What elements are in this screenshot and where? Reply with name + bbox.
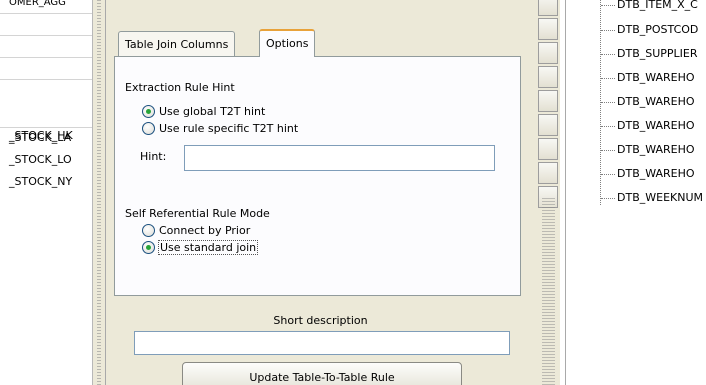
tree-connector	[601, 54, 615, 55]
column-button[interactable]	[538, 90, 558, 112]
radio-use-global-hint-label[interactable]: Use global T2T hint	[159, 105, 265, 118]
tree-connector	[601, 150, 615, 151]
radio-connect-by-prior[interactable]	[142, 224, 155, 237]
hint-label: Hint:	[140, 150, 167, 163]
tab-options[interactable]: Options	[259, 29, 316, 57]
list-item-label: OMER_AGG	[9, 0, 66, 8]
tree-item-label: DTB_POSTCOD	[617, 23, 699, 36]
column-button[interactable]	[538, 162, 558, 184]
tab-label: Options	[266, 37, 309, 50]
tree-connector	[601, 102, 615, 103]
radio-use-specific-hint[interactable]	[142, 122, 155, 135]
extraction-hint-heading: Extraction Rule Hint	[125, 81, 235, 94]
radio-use-global-hint[interactable]	[142, 105, 155, 118]
radio-use-specific-hint-label[interactable]: Use rule specific T2T hint	[159, 122, 298, 135]
hint-input[interactable]	[184, 145, 495, 171]
tree-connector	[601, 126, 615, 127]
options-tab-body: Extraction Rule Hint Use global T2T hint…	[114, 56, 521, 296]
tree-connector	[601, 78, 615, 79]
list-item-label: _STOCK_NY	[9, 175, 73, 188]
column-button[interactable]	[538, 138, 558, 160]
list-item-label: _STOCK_LA	[9, 131, 72, 144]
rule-editor-panel: Table Join Columns Options Extraction Ru…	[106, 0, 535, 385]
tree-item-label: DTB_SUPPLIER	[617, 47, 698, 60]
tree-item-label: DTB_WAREHO	[617, 143, 695, 156]
list-item[interactable]	[0, 58, 92, 80]
update-rule-button-label: Update Table-To-Table Rule	[249, 371, 395, 384]
self-referential-heading: Self Referential Rule Mode	[125, 207, 270, 220]
list-item-label: _STOCK_LO	[9, 153, 72, 166]
splitter-grip	[97, 0, 101, 385]
list-item[interactable]: _STOCK_HK	[0, 80, 92, 142]
splitter-left[interactable]	[93, 0, 106, 385]
short-description-input[interactable]	[134, 331, 510, 355]
radio-use-standard-join[interactable]	[142, 241, 155, 254]
tree-connector	[601, 174, 615, 175]
tree-connector	[601, 198, 615, 199]
column-button[interactable]	[538, 42, 558, 64]
list-item[interactable]	[0, 14, 92, 36]
splitter-right[interactable]	[542, 198, 555, 385]
tree-item-label: DTB_WAREHO	[617, 95, 695, 108]
column-button[interactable]	[538, 66, 558, 88]
tree-item-label: DTB_WAREHO	[617, 119, 695, 132]
short-description-label: Short description	[273, 314, 368, 327]
tree-item-label: DTB_ITEM_X_C	[617, 0, 698, 11]
left-list-pane: OMER_AGG _STOCK_HK _STOCK_LA _STOCK_LO _…	[0, 0, 93, 385]
tree-item-label: DTB_WEEKNUM	[617, 191, 703, 204]
tab-table-join-columns[interactable]: Table Join Columns	[118, 31, 236, 56]
list-item[interactable]: _STOCK_NY	[0, 172, 92, 194]
tree-item-label: DTB_WAREHO	[617, 167, 695, 180]
table-tree-pane: DTB_ITEM_X_C DTB_POSTCOD DTB_SUPPLIER DT…	[565, 0, 706, 385]
tree-connector	[601, 30, 615, 31]
update-rule-button[interactable]: Update Table-To-Table Rule	[182, 362, 462, 385]
column-button[interactable]	[538, 0, 558, 16]
column-button[interactable]	[538, 114, 558, 136]
list-item[interactable]: _STOCK_LO	[0, 150, 92, 172]
list-item[interactable]: _STOCK_LA	[0, 128, 92, 150]
tree-item-label: DTB_WAREHO	[617, 71, 695, 84]
list-item[interactable]: OMER_AGG	[0, 0, 92, 14]
column-button[interactable]	[538, 18, 558, 40]
radio-connect-by-prior-label[interactable]: Connect by Prior	[159, 224, 250, 237]
tab-label: Table Join Columns	[125, 38, 229, 51]
radio-use-standard-join-label[interactable]: Use standard join	[158, 240, 259, 255]
tree-connector	[601, 5, 615, 6]
list-item[interactable]	[0, 36, 92, 58]
